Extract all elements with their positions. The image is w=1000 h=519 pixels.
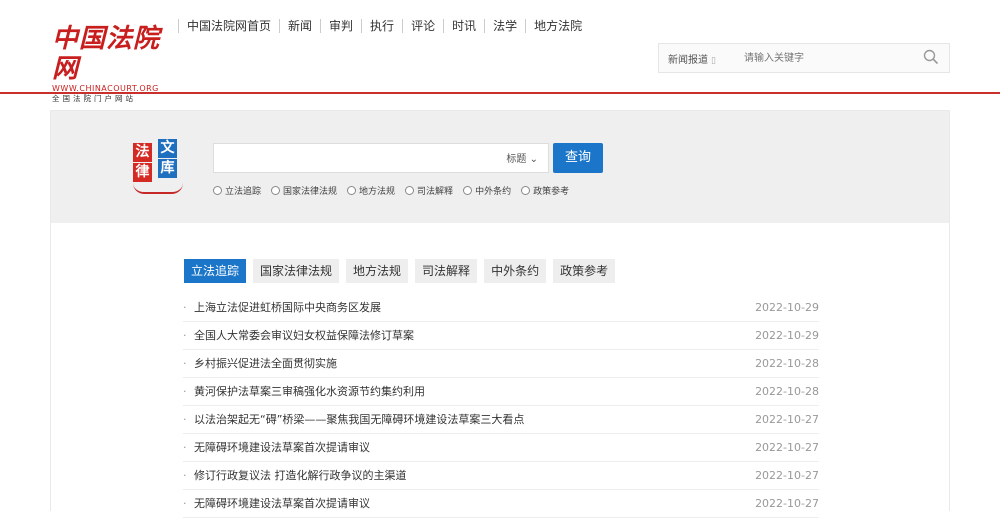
bullet-icon: ·: [183, 329, 187, 342]
top-nav: 中国法院网首页 新闻 审判 执行 评论 时讯 法学 地方法院: [178, 16, 590, 36]
list-item: · 上海立法促进虹桥国际中央商务区发展 2022-10-29: [183, 295, 819, 322]
chevron-down-icon: ⌄: [529, 154, 538, 165]
bullet-icon: ·: [183, 497, 187, 510]
tab-judicial-interpretation[interactable]: 司法解释: [415, 259, 478, 283]
radio-label: 国家法律法规: [283, 187, 338, 197]
search-scope-label: 新闻报道: [668, 54, 708, 66]
nav-item-newsflash[interactable]: 时讯: [443, 19, 484, 33]
header-search: 新闻报道 ▯: [658, 43, 950, 73]
news-date: 2022-10-27: [755, 441, 819, 454]
news-title-link[interactable]: 黄河保护法草案三审稿强化水资源节约集约利用: [194, 379, 425, 405]
header-search-input[interactable]: [742, 51, 911, 65]
news-list: · 上海立法促进虹桥国际中央商务区发展 2022-10-29 · 全国人大常委会审议妇…: [183, 295, 819, 519]
header-divider: [0, 92, 1000, 94]
radio-legislation-tracking[interactable]: 立法追踪: [213, 184, 261, 197]
radio-judicial-interpretation[interactable]: 司法解释: [405, 184, 453, 197]
tab-local-regulations[interactable]: 地方法规: [346, 259, 409, 283]
news-date: 2022-10-27: [755, 469, 819, 482]
list-item: · 乡村振兴促进法全面贯彻实施 2022-10-28: [183, 351, 819, 378]
tab-policy-reference[interactable]: 政策参考: [553, 259, 616, 283]
search-field-label: 标题: [506, 154, 527, 165]
news-date: 2022-10-27: [755, 413, 819, 426]
search-scope-select[interactable]: 新闻报道 ▯: [659, 51, 728, 66]
site-logo[interactable]: 中国法院网 WWW.CHINACOURT.ORG 全国法院门户网站: [52, 24, 162, 103]
search-icon[interactable]: [923, 49, 939, 65]
list-item: · 黄河保护法草案三审稿强化水资源节约集约利用 2022-10-28: [183, 379, 819, 406]
site-header: 中国法院网 WWW.CHINACOURT.ORG 全国法院门户网站 中国法院网首…: [0, 0, 1000, 103]
radio-treaties[interactable]: 中外条约: [463, 184, 511, 197]
radio-label: 司法解释: [417, 187, 454, 197]
news-title-link[interactable]: 修订行政复议法 打造化解行政争议的主渠道: [194, 463, 407, 489]
bullet-icon: ·: [183, 469, 187, 482]
list-item: · 无障碍环境建设法草案首次提请审议 2022-10-27: [183, 435, 819, 462]
bullet-icon: ·: [183, 357, 187, 370]
radio-circle: [347, 186, 357, 195]
news-date: 2022-10-28: [755, 385, 819, 398]
radio-label: 中外条约: [475, 187, 512, 197]
news-title-link[interactable]: 无障碍环境建设法草案首次提请审议: [194, 435, 370, 461]
law-library-logo: 法 文 律 库: [131, 139, 186, 194]
logo-mark: 中国法院网: [52, 24, 161, 84]
nav-item-execution[interactable]: 执行: [361, 19, 402, 33]
tab-treaties[interactable]: 中外条约: [484, 259, 547, 283]
radio-national-laws[interactable]: 国家法律法规: [271, 184, 337, 197]
list-item: · 无障碍环境建设法草案首次提请审议 2022-10-27: [183, 491, 819, 518]
query-button[interactable]: 查询: [553, 143, 603, 173]
news-date: 2022-10-28: [755, 357, 819, 370]
radio-circle: [463, 186, 473, 195]
chevron-down-icon: ▯: [711, 55, 716, 66]
category-tabs: 立法追踪 国家法律法规 地方法规 司法解释 中外条约 政策参考: [184, 259, 622, 283]
radio-circle: [405, 186, 415, 195]
news-title-link[interactable]: 乡村振兴促进法全面贯彻实施: [194, 351, 337, 377]
radio-label: 政策参考: [533, 187, 570, 197]
logo-char: 律: [133, 163, 152, 182]
news-date: 2022-10-29: [755, 329, 819, 342]
nav-item-commentary[interactable]: 评论: [402, 19, 443, 33]
logo-char: 文: [158, 139, 177, 158]
nav-item-news[interactable]: 新闻: [279, 19, 320, 33]
tab-national-laws[interactable]: 国家法律法规: [253, 259, 340, 283]
news-date: 2022-10-27: [755, 497, 819, 510]
bullet-icon: ·: [183, 441, 187, 454]
nav-item-local-courts[interactable]: 地方法院: [525, 19, 590, 33]
list-item: · 全国人大常委会审议妇女权益保障法修订草案 2022-10-29: [183, 323, 819, 350]
nav-item-home[interactable]: 中国法院网首页: [178, 19, 279, 33]
news-title-link[interactable]: 上海立法促进虹桥国际中央商务区发展: [194, 295, 381, 321]
law-search-box: 标题 ⌄: [213, 143, 549, 173]
news-title-link[interactable]: 无障碍环境建设法草案首次提请审议: [194, 491, 370, 517]
logo-char: 库: [158, 159, 177, 178]
radio-circle: [271, 186, 281, 195]
news-title-link[interactable]: 全国人大常委会审议妇女权益保障法修订草案: [194, 323, 414, 349]
radio-label: 立法追踪: [225, 187, 262, 197]
radio-circle: [521, 186, 531, 195]
radio-label: 地方法规: [359, 187, 396, 197]
list-item: · 修订行政复议法 打造化解行政争议的主渠道 2022-10-27: [183, 463, 819, 490]
category-radio-group: 立法追踪 国家法律法规 地方法规 司法解释 中外条约 政策参考: [213, 184, 579, 197]
bullet-icon: ·: [183, 385, 187, 398]
logo-subtitle: 全国法院门户网站: [52, 94, 136, 103]
radio-policy-reference[interactable]: 政策参考: [521, 184, 569, 197]
search-area: 法 文 律 库 标题 ⌄ 查询 立法追踪 国家法律法规 地方法规 司法解释 中外…: [51, 111, 949, 223]
law-search-input[interactable]: [220, 149, 494, 167]
book-icon: [133, 183, 183, 194]
news-date: 2022-10-29: [755, 301, 819, 314]
logo-char: 法: [133, 143, 152, 162]
bullet-icon: ·: [183, 301, 187, 314]
list-item: · 以法治架起无“碍”桥梁——聚焦我国无障碍环境建设法草案三大看点 2022-10-…: [183, 407, 819, 434]
nav-item-trial[interactable]: 审判: [320, 19, 361, 33]
radio-circle: [213, 186, 222, 195]
nav-item-jurisprudence[interactable]: 法学: [484, 19, 525, 33]
law-library-panel: 法 文 律 库 标题 ⌄ 查询 立法追踪 国家法律法规 地方法规 司法解释 中外…: [50, 110, 950, 518]
radio-local-regulations[interactable]: 地方法规: [347, 184, 395, 197]
bullet-icon: ·: [183, 413, 187, 426]
search-field-select[interactable]: 标题 ⌄: [506, 150, 538, 165]
news-title-link[interactable]: 以法治架起无“碍”桥梁——聚焦我国无障碍环境建设法草案三大看点: [194, 407, 524, 433]
tab-legislation-tracking[interactable]: 立法追踪: [184, 259, 247, 283]
